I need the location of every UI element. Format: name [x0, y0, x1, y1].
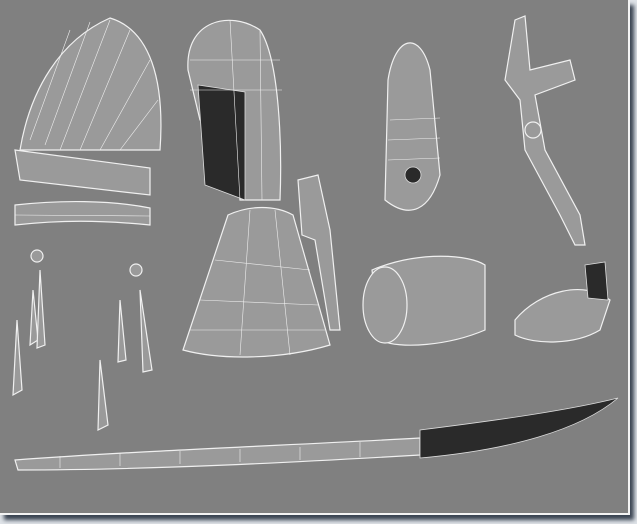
armband [362, 255, 486, 346]
bracer [384, 42, 441, 211]
pouch [514, 261, 611, 343]
sash [504, 15, 586, 246]
earrings [12, 249, 153, 431]
helmet [187, 19, 282, 201]
viewport [0, 0, 630, 515]
wireframe-render [12, 15, 619, 471]
feather-headdress [14, 17, 162, 226]
